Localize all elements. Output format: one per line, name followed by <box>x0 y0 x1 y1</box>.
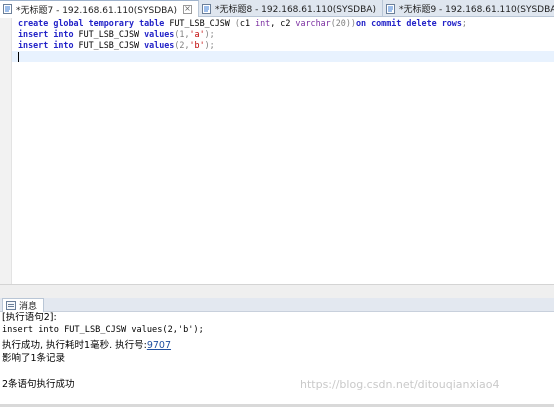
code-token: varchar <box>295 18 331 28</box>
sql-editor[interactable]: create global temporary table FUT_LSB_CJ… <box>0 18 554 284</box>
code-token: temporary <box>88 18 135 28</box>
editor-gutter <box>0 18 12 284</box>
code-token: ); <box>204 40 215 50</box>
code-token: commit <box>371 18 402 28</box>
sql-editor-icon <box>201 3 212 14</box>
exec-number-link[interactable]: 9707 <box>147 340 171 351</box>
editor-tab-1[interactable]: *无标题7 - 192.168.61.110(SYSDBA) × <box>0 0 199 17</box>
code-token: 'b' <box>189 40 205 50</box>
message-summary: 2条语句执行成功 <box>2 379 75 390</box>
current-line[interactable] <box>12 51 554 62</box>
code-token: on <box>355 18 367 28</box>
code-line: insert into FUT_LSB_CJSW values(2,'b'); <box>18 40 554 51</box>
code-token: )) <box>345 18 356 28</box>
code-token: 'a' <box>189 29 205 39</box>
code-area[interactable]: create global temporary table FUT_LSB_CJ… <box>12 18 554 62</box>
editor-tab-title: *无标题8 - 192.168.61.110(SYSDBA) <box>214 5 376 15</box>
code-line: insert into FUT_LSB_CJSW values(1,'a'); <box>18 29 554 40</box>
text-caret <box>18 51 19 62</box>
messages-output: [执行语句2]: insert into FUT_LSB_CJSW values… <box>0 312 554 407</box>
code-token: delete <box>406 18 437 28</box>
code-token: values <box>144 40 175 50</box>
code-token: table <box>139 18 165 28</box>
code-token: , c2 <box>270 18 296 28</box>
code-token: create <box>18 18 49 28</box>
code-token: into <box>53 40 74 50</box>
messages-tab-label: 消息 <box>19 302 38 312</box>
code-token: FUT_LSB_CJSW <box>73 29 145 39</box>
close-tab-icon[interactable]: × <box>182 4 192 14</box>
code-token: insert <box>18 29 49 39</box>
watermark: https://blog.csdn.net/ditouqianxiao4 <box>300 378 500 391</box>
code-token: FUT_LSB_CJSW <box>164 18 235 28</box>
editor-tab-bar: *无标题7 - 192.168.61.110(SYSDBA) × *无标题8 - 1… <box>0 0 554 17</box>
messages-icon <box>6 301 16 310</box>
message-affected-rows: 影响了1条记录 <box>2 353 66 364</box>
panel-splitter[interactable] <box>0 284 554 298</box>
code-line: create global temporary table FUT_LSB_CJ… <box>18 18 554 29</box>
code-token: into <box>53 29 74 39</box>
code-token: global <box>53 18 84 28</box>
code-token: int <box>255 18 271 28</box>
editor-tab-title: *无标题9 - 192.168.61.110(SYSDBA) <box>398 5 554 15</box>
messages-tab-bar: 消息 <box>0 298 554 312</box>
code-token: 20 <box>335 18 346 28</box>
message-exec-result: 执行成功, 执行耗时1毫秒. 执行号:9707 <box>2 337 171 351</box>
code-token: c1 <box>239 18 256 28</box>
code-token: rows <box>441 18 462 28</box>
message-statement-header: [执行语句2]: <box>2 312 57 323</box>
code-token: insert <box>18 40 49 50</box>
sql-editor-icon <box>385 3 396 14</box>
code-token: ; <box>461 18 467 28</box>
editor-tab-2[interactable]: *无标题8 - 192.168.61.110(SYSDBA) <box>199 0 383 17</box>
sql-editor-icon <box>3 4 13 14</box>
code-token: ); <box>204 29 215 39</box>
code-token: values <box>144 29 175 39</box>
editor-tab-3[interactable]: *无标题9 - 192.168.61.110(SYSDBA) <box>383 0 554 17</box>
message-statement: insert into FUT_LSB_CJSW values(2,'b'); <box>2 325 204 335</box>
code-token: FUT_LSB_CJSW <box>73 40 145 50</box>
editor-tab-title: *无标题7 - 192.168.61.110(SYSDBA) <box>16 5 177 16</box>
messages-tab[interactable]: 消息 <box>2 298 45 312</box>
